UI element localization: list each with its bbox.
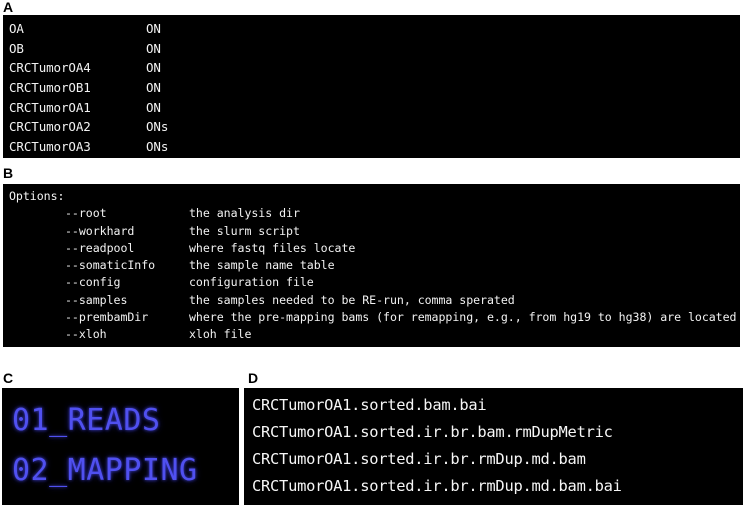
sample-status: ONs xyxy=(146,119,169,135)
sample-status: ONs xyxy=(146,139,169,155)
option-flag: --config xyxy=(65,275,121,290)
panel-label-b: B xyxy=(3,165,14,181)
sample-status: ON xyxy=(146,99,161,115)
file-item: CRCTumorOA1.sorted.ir.br.rmDup.md.bam.ba… xyxy=(252,477,622,495)
table-row: CRCTumorOA3 ONs xyxy=(9,137,740,157)
sample-status: ON xyxy=(146,21,161,36)
sample-name: CRCTumorOA1 xyxy=(9,99,91,115)
sample-name: CRCTumorOB1 xyxy=(9,80,91,96)
table-row: OA ON xyxy=(9,19,740,39)
option-row: --workhard the slurm script xyxy=(7,223,740,240)
option-description: the sample name table xyxy=(189,258,335,273)
option-row: --samples the samples needed to be RE-run… xyxy=(7,292,740,309)
sample-name: CRCTumorOA3 xyxy=(9,139,91,155)
terminal-panel-a: OA ON OB ON CRCTumorOA4 ON CRCTumorOB1 ON CR… xyxy=(3,15,740,158)
option-description: where fastq files locate xyxy=(189,240,356,255)
option-row: --readpool where fastq files locate xyxy=(7,240,740,257)
panel-label-d: D xyxy=(248,370,259,386)
option-description: the samples needed to be RE-run, comma s… xyxy=(189,292,515,307)
table-row: OB ON xyxy=(9,39,740,59)
sample-name: OA xyxy=(9,21,24,36)
table-row: CRCTumorOA1 ON xyxy=(9,98,740,118)
option-flag: --root xyxy=(65,206,107,221)
file-item: CRCTumorOA1.sorted.bam.bai xyxy=(252,396,487,414)
option-row: --xloh xloh file xyxy=(7,326,740,343)
option-flag: --samples xyxy=(65,292,128,307)
option-row: --config configuration file xyxy=(7,274,740,291)
option-description: where the pre-mapping bams (for remappin… xyxy=(189,310,737,325)
terminal-panel-b: Options: --root the analysis dir --workha… xyxy=(3,184,740,347)
option-description: xloh file xyxy=(189,327,252,342)
sample-status: ON xyxy=(146,60,161,76)
option-description: the slurm script xyxy=(189,223,300,238)
table-row: CRCTumorOA4 ON xyxy=(9,58,740,78)
sample-status: ON xyxy=(146,40,161,56)
sample-name: OB xyxy=(9,40,24,56)
option-row: --somaticInfo the sample name table xyxy=(7,257,740,274)
option-flag: --somaticInfo xyxy=(65,258,156,273)
directory-item: 02_MAPPING xyxy=(12,453,198,488)
option-flag: --xloh xyxy=(65,327,107,342)
option-flag: --prembamDir xyxy=(65,310,149,325)
option-row: --prembamDir where the pre-mapping bams (… xyxy=(7,309,740,326)
option-flag: --readpool xyxy=(65,240,135,255)
option-flag: --workhard xyxy=(65,223,135,238)
option-row: --root the analysis dir xyxy=(7,205,740,222)
options-heading: Options: xyxy=(9,189,65,203)
sample-name: CRCTumorOA4 xyxy=(9,60,91,76)
option-description: configuration file xyxy=(189,275,314,290)
terminal-panel-d: CRCTumorOA1.sorted.bam.bai CRCTumorOA1.s… xyxy=(244,388,743,505)
panel-label-c: C xyxy=(3,370,14,386)
figure-canvas: A OA ON OB ON CRCTumorOA4 ON CRCTumorOB1 ON … xyxy=(0,0,743,505)
table-row: CRCTumorOB1 ON xyxy=(9,78,740,98)
sample-name: CRCTumorOA2 xyxy=(9,119,91,135)
option-description: the analysis dir xyxy=(189,206,300,221)
file-item: CRCTumorOA1.sorted.ir.br.rmDup.md.bam xyxy=(252,450,586,468)
directory-item: 01_READS xyxy=(12,403,161,438)
file-item: CRCTumorOA1.sorted.ir.br.bam.rmDupMetric xyxy=(252,423,613,441)
terminal-panel-c: 01_READS 02_MAPPING xyxy=(2,388,239,505)
sample-status: ON xyxy=(146,80,161,96)
panel-label-a: A xyxy=(3,0,14,15)
table-row: CRCTumorOA2 ONs xyxy=(9,117,740,137)
